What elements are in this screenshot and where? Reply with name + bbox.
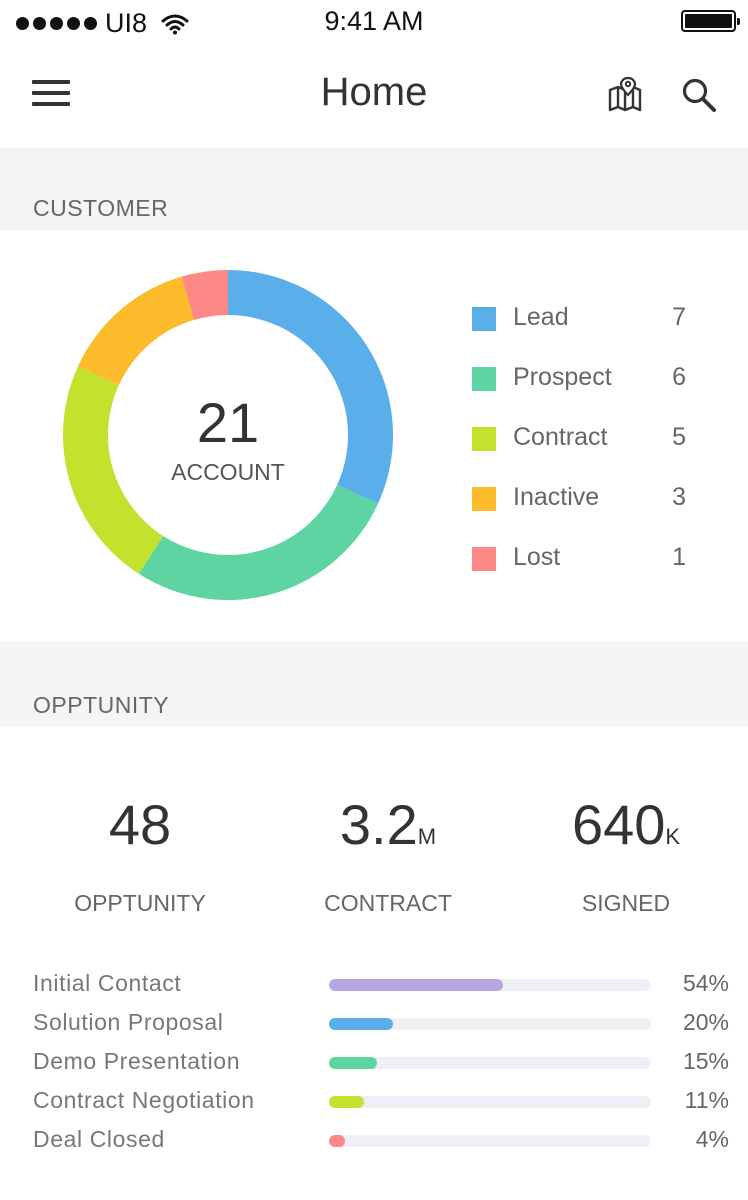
customer-section-title: CUSTOMER <box>33 195 169 221</box>
stage-row-deal-closed[interactable]: Deal Closed 4% <box>0 1122 748 1161</box>
stage-progress-fill <box>329 1135 346 1147</box>
account-total-label: ACCOUNT <box>171 459 285 485</box>
search-icon[interactable] <box>680 76 718 114</box>
account-total: 21 <box>196 391 260 454</box>
hamburger-menu-icon[interactable] <box>32 80 70 108</box>
legend-label: Lost <box>513 543 561 571</box>
donut-slice-inactive <box>77 276 195 386</box>
stage-progress-track <box>329 1018 651 1030</box>
legend-swatch-contract <box>472 427 496 451</box>
donut-center: 21 ACCOUNT <box>63 390 393 486</box>
legend-swatch-lead <box>472 307 496 331</box>
legend-item-lead[interactable]: Lead 7 <box>472 288 702 348</box>
stage-progress-fill <box>329 1096 365 1108</box>
stage-row-demo-presentation[interactable]: Demo Presentation 15% <box>0 1044 748 1083</box>
stage-progress-track <box>329 1057 651 1069</box>
stage-progress-track <box>329 1096 651 1108</box>
legend-count: 6 <box>672 363 686 391</box>
stage-label: Demo Presentation <box>33 1048 241 1074</box>
stage-progress-fill <box>329 1018 394 1030</box>
stage-label: Solution Proposal <box>33 1009 224 1035</box>
stage-row-initial-contact[interactable]: Initial Contact 54% <box>0 966 748 1005</box>
stage-percent: 11% <box>684 1087 729 1113</box>
legend-label: Inactive <box>513 483 600 511</box>
stage-percent: 20% <box>682 1009 729 1035</box>
stage-progress-track <box>329 979 651 991</box>
nav-bar: Home <box>0 44 748 148</box>
customer-section-header: CUSTOMER <box>0 148 748 230</box>
customer-legend: Lead 7 Prospect 6 Contract 5 Inactive 3 … <box>472 288 702 588</box>
battery-icon <box>681 10 740 32</box>
stat-signed[interactable]: 640K SIGNED <box>501 790 748 917</box>
opportunity-section-title: OPPTUNITY <box>33 692 170 718</box>
stat-contract[interactable]: 3.2M CONTRACT <box>263 790 513 917</box>
legend-count: 7 <box>672 303 686 331</box>
legend-item-prospect[interactable]: Prospect 6 <box>472 348 702 408</box>
stat-label: SIGNED <box>581 890 671 916</box>
stage-label: Initial Contact <box>33 970 182 996</box>
legend-label: Contract <box>513 423 608 451</box>
legend-swatch-prospect <box>472 367 496 391</box>
stat-label: CONTRACT <box>324 890 452 916</box>
legend-count: 5 <box>672 423 686 451</box>
stage-progress-track <box>329 1135 651 1147</box>
stat-value: 640K <box>571 793 681 856</box>
pipeline-stages: Initial Contact 54% Solution Proposal 20… <box>0 966 748 1161</box>
stage-progress-fill <box>329 1057 378 1069</box>
map-pin-icon[interactable] <box>606 76 644 114</box>
stage-percent: 54% <box>682 970 729 996</box>
opportunity-section-header: OPPTUNITY <box>0 641 748 727</box>
legend-count: 3 <box>672 483 686 511</box>
stage-label: Deal Closed <box>33 1126 165 1152</box>
stage-row-contract-negotiation[interactable]: Contract Negotiation 11% <box>0 1083 748 1122</box>
stage-label: Contract Negotiation <box>33 1087 255 1113</box>
stage-percent: 15% <box>682 1048 729 1074</box>
stage-progress-fill <box>329 979 503 991</box>
legend-item-inactive[interactable]: Inactive 3 <box>472 468 702 528</box>
stat-value: 48 <box>108 793 172 856</box>
stage-row-solution-proposal[interactable]: Solution Proposal 20% <box>0 1005 748 1044</box>
donut-slice-prospect <box>138 484 379 600</box>
legend-item-contract[interactable]: Contract 5 <box>472 408 702 468</box>
stat-value: 3.2M <box>339 793 437 856</box>
opportunity-stats: 48 OPPTUNITY 3.2M CONTRACT 640K SIGNED <box>0 790 748 916</box>
legend-count: 1 <box>672 543 686 571</box>
legend-swatch-inactive <box>472 487 496 511</box>
legend-label: Lead <box>513 303 569 331</box>
legend-item-lost[interactable]: Lost 1 <box>472 528 702 588</box>
stat-opportunity[interactable]: 48 OPPTUNITY <box>15 790 265 917</box>
legend-swatch-lost <box>472 547 496 571</box>
stage-percent: 4% <box>695 1126 729 1152</box>
stat-label: OPPTUNITY <box>74 890 206 916</box>
status-time: 9:41 AM <box>324 6 424 36</box>
legend-label: Prospect <box>513 363 612 391</box>
status-bar: UI8 9:41 AM <box>0 0 748 44</box>
